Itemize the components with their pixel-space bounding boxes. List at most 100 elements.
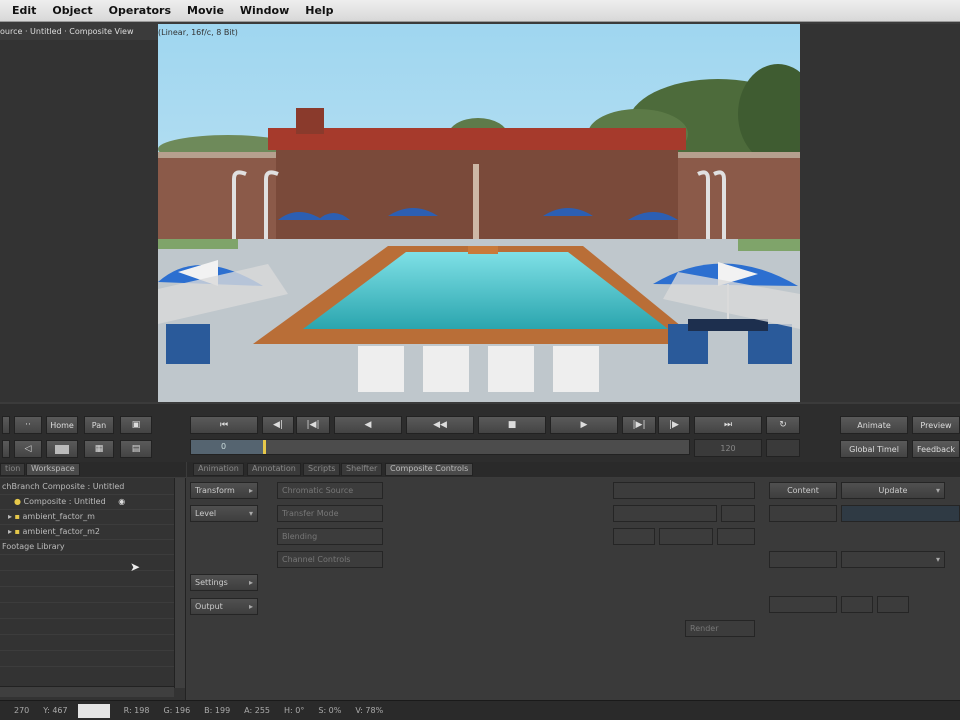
expand-icon[interactable]: ▸ xyxy=(8,527,12,536)
animate-button[interactable]: Animate xyxy=(840,416,908,434)
settings-button[interactable]: Settings ▸ xyxy=(190,574,258,591)
disabled-control-5[interactable] xyxy=(659,528,713,545)
rewind-icon: ◀◀ xyxy=(433,420,447,430)
next-key-icon: |▶ xyxy=(669,420,679,430)
update-dropdown[interactable]: Update ▾ xyxy=(841,482,945,499)
display-button[interactable]: ▤ xyxy=(120,440,152,458)
nav-btn-c[interactable] xyxy=(2,440,10,458)
prev-key-button[interactable]: ◀| xyxy=(262,416,294,434)
mouse-cursor-icon: ➤ xyxy=(130,560,141,574)
chromatic-source-button[interactable]: Chromatic Source xyxy=(277,482,383,499)
tree-horizontal-scrollbar[interactable] xyxy=(0,686,174,697)
tree-row-layer-2[interactable]: ▸ ▪ ambient_factor_m2 xyxy=(0,527,174,540)
pan-button[interactable]: Pan xyxy=(84,416,114,434)
next-marker-button[interactable]: |▶| xyxy=(622,416,656,434)
loop-button[interactable]: ↻ xyxy=(766,416,800,434)
feedback-button[interactable]: Feedback xyxy=(912,440,960,458)
tree-row-composite[interactable]: ● Composite : Untitled ◉ xyxy=(0,497,174,510)
prev-key-icon: ◀| xyxy=(273,420,283,430)
next-marker-icon: |▶| xyxy=(632,420,646,430)
value-field[interactable] xyxy=(841,505,960,522)
tab-composite-controls[interactable]: Composite Controls xyxy=(385,463,474,476)
disabled-control-1[interactable] xyxy=(613,482,755,499)
menu-operators[interactable]: Operators xyxy=(101,4,179,17)
menu-object[interactable]: Object xyxy=(44,4,100,17)
disabled-control-8[interactable] xyxy=(769,551,837,568)
preview-button[interactable]: Preview xyxy=(912,416,960,434)
update-label: Update xyxy=(878,486,908,495)
tree-vertical-scrollbar[interactable] xyxy=(174,478,185,688)
pixel-color-swatch xyxy=(77,703,110,718)
disabled-control-9[interactable] xyxy=(769,596,837,613)
output-button[interactable]: Output ▸ xyxy=(190,598,258,615)
level-button[interactable]: Level ▾ xyxy=(190,505,258,522)
menu-window[interactable]: Window xyxy=(232,4,297,17)
transfer-mode-button[interactable]: Transfer Mode xyxy=(277,505,383,522)
tree-row-footage-library[interactable]: Footage Library xyxy=(0,542,174,555)
disabled-control-10[interactable] xyxy=(841,596,873,613)
disabled-control-11[interactable] xyxy=(877,596,909,613)
disabled-control-2[interactable] xyxy=(613,505,717,522)
timeline-scrubber[interactable]: 0 xyxy=(190,439,690,455)
go-start-button[interactable]: ⏮ xyxy=(190,416,258,434)
disabled-dropdown[interactable]: ▾ xyxy=(841,551,945,568)
play-button[interactable]: ▶ xyxy=(550,416,618,434)
tab-scripts[interactable]: Scripts xyxy=(303,463,341,476)
tab-shelfter[interactable]: Shelfter xyxy=(341,463,383,476)
home-button[interactable]: Home xyxy=(46,416,78,434)
tab-tion[interactable]: tion xyxy=(0,463,26,476)
chevron-down-icon: ▾ xyxy=(935,555,940,564)
status-g: G: 196 xyxy=(163,706,191,715)
transform-button[interactable]: Transform ▸ xyxy=(190,482,258,499)
disabled-control-3[interactable] xyxy=(721,505,755,522)
prev-marker-button[interactable]: |◀| xyxy=(296,416,330,434)
render-button[interactable]: Render xyxy=(685,620,755,637)
tree-row-empty xyxy=(0,606,174,619)
disabled-control-4[interactable] xyxy=(613,528,655,545)
status-x: 270 xyxy=(14,706,30,715)
content-button[interactable]: Content xyxy=(769,482,837,499)
tab-annotation[interactable]: Annotation xyxy=(247,463,301,476)
arrow-right-icon: ▸ xyxy=(248,602,253,611)
next-key-button[interactable]: |▶ xyxy=(658,416,690,434)
tree-row-branch[interactable]: chBranch Composite : Untitled xyxy=(0,482,174,495)
current-frame-field[interactable]: 0 xyxy=(191,440,263,454)
fps-field[interactable] xyxy=(766,439,800,457)
stop-button[interactable]: ■ xyxy=(478,416,546,434)
step-back-button[interactable]: ◀ xyxy=(334,416,402,434)
status-v: V: 78% xyxy=(355,706,384,715)
play-reverse-button[interactable]: ◀◀ xyxy=(406,416,474,434)
nav-btn-d[interactable]: ◁ xyxy=(14,440,42,458)
tab-animation[interactable]: Animation xyxy=(193,463,244,476)
blending-button[interactable]: Blending xyxy=(277,528,383,545)
status-b: B: 199 xyxy=(204,706,231,715)
composite-viewer[interactable] xyxy=(158,24,800,402)
nav-btn-a[interactable] xyxy=(2,416,10,434)
expand-icon[interactable]: ▸ xyxy=(8,512,12,521)
channel-controls-button[interactable]: Channel Controls xyxy=(277,551,383,568)
global-timeline-button[interactable]: Global Timel xyxy=(840,440,908,458)
tab-workspace[interactable]: Workspace xyxy=(26,463,80,476)
tree-row-empty xyxy=(0,622,174,635)
tree-row-layer-1[interactable]: ▸ ▪ ambient_factor_m xyxy=(0,512,174,525)
go-end-button[interactable]: ⏭ xyxy=(694,416,762,434)
tree-row-composite-label: Composite : Untitled xyxy=(23,497,106,506)
menu-edit[interactable]: Edit xyxy=(4,4,44,17)
current-frame-value: 0 xyxy=(221,442,227,451)
disabled-control-7[interactable] xyxy=(769,505,837,522)
skip-end-icon: ⏭ xyxy=(723,420,733,430)
fit-view-button[interactable]: ▣ xyxy=(120,416,152,434)
chevron-down-icon: ▾ xyxy=(935,486,940,495)
end-frame-field[interactable]: 120 xyxy=(694,439,762,457)
menu-movie[interactable]: Movie xyxy=(179,4,232,17)
settings-label: Settings xyxy=(195,578,228,587)
playhead[interactable] xyxy=(263,440,266,454)
dots-icon: ·· xyxy=(25,420,31,430)
nav-btn-b[interactable]: ·· xyxy=(14,416,42,434)
menu-help[interactable]: Help xyxy=(297,4,341,17)
viewer-format-info: (Linear, 16f/c, 8 Bit) xyxy=(158,28,238,37)
eye-icon[interactable]: ◉ xyxy=(118,497,125,506)
color-swatch-button[interactable] xyxy=(46,440,78,458)
channels-button[interactable]: ▦ xyxy=(84,440,114,458)
disabled-control-6[interactable] xyxy=(717,528,755,545)
